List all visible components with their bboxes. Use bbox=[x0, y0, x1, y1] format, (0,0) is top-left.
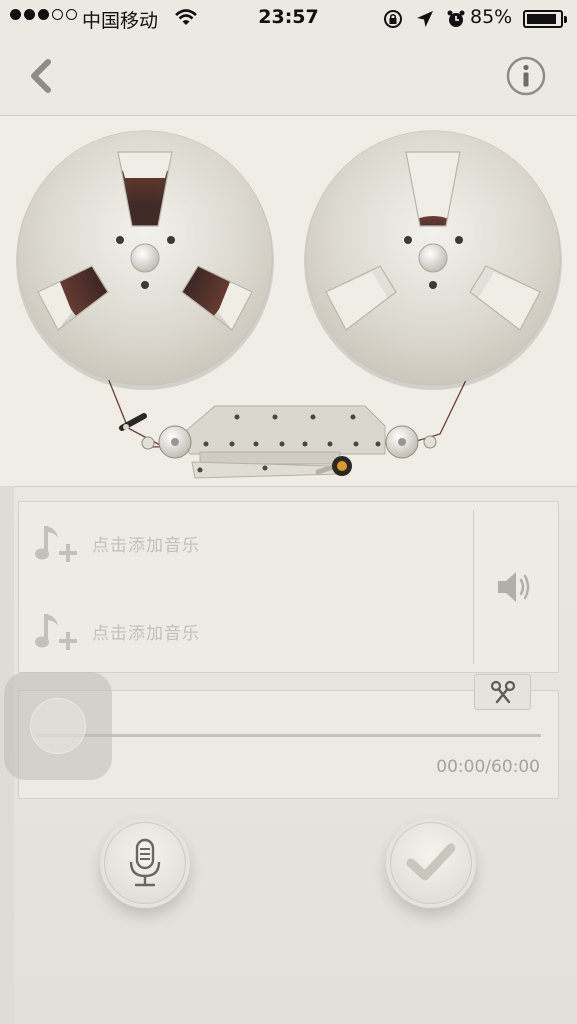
divider bbox=[473, 510, 474, 664]
chevron-left-icon[interactable] bbox=[24, 56, 60, 96]
add-music-icon bbox=[35, 614, 77, 650]
record-button[interactable] bbox=[100, 818, 190, 908]
right-reel bbox=[304, 130, 562, 390]
add-music-label: 点击添加音乐 bbox=[92, 535, 200, 556]
done-button[interactable] bbox=[386, 818, 476, 908]
add-music-icon bbox=[35, 526, 77, 562]
left-reel bbox=[16, 130, 274, 390]
speaker-icon[interactable] bbox=[496, 569, 534, 605]
tape-recorder-display bbox=[0, 116, 577, 486]
add-music-slot-1[interactable]: 点击添加音乐 bbox=[34, 520, 200, 566]
alarm-icon bbox=[447, 10, 465, 27]
add-music-label: 点击添加音乐 bbox=[92, 623, 200, 644]
tape-head-assembly bbox=[119, 405, 437, 479]
microphone-icon bbox=[129, 838, 161, 887]
assistive-touch-button[interactable] bbox=[4, 672, 112, 780]
battery-percent: 85% bbox=[470, 6, 513, 28]
navigation-bar bbox=[0, 38, 577, 116]
scissors-icon bbox=[490, 680, 515, 704]
location-icon bbox=[417, 11, 433, 27]
time-readout: 00:00/60:00 bbox=[436, 757, 540, 777]
status-bar: 中国移动 23:57 85% bbox=[0, 0, 577, 38]
battery-icon bbox=[523, 10, 567, 28]
add-music-slot-2[interactable]: 点击添加音乐 bbox=[34, 608, 200, 654]
rotation-lock-icon bbox=[384, 10, 402, 28]
trim-button[interactable] bbox=[474, 674, 531, 710]
checkmark-icon bbox=[406, 843, 456, 881]
info-icon[interactable] bbox=[506, 56, 546, 96]
